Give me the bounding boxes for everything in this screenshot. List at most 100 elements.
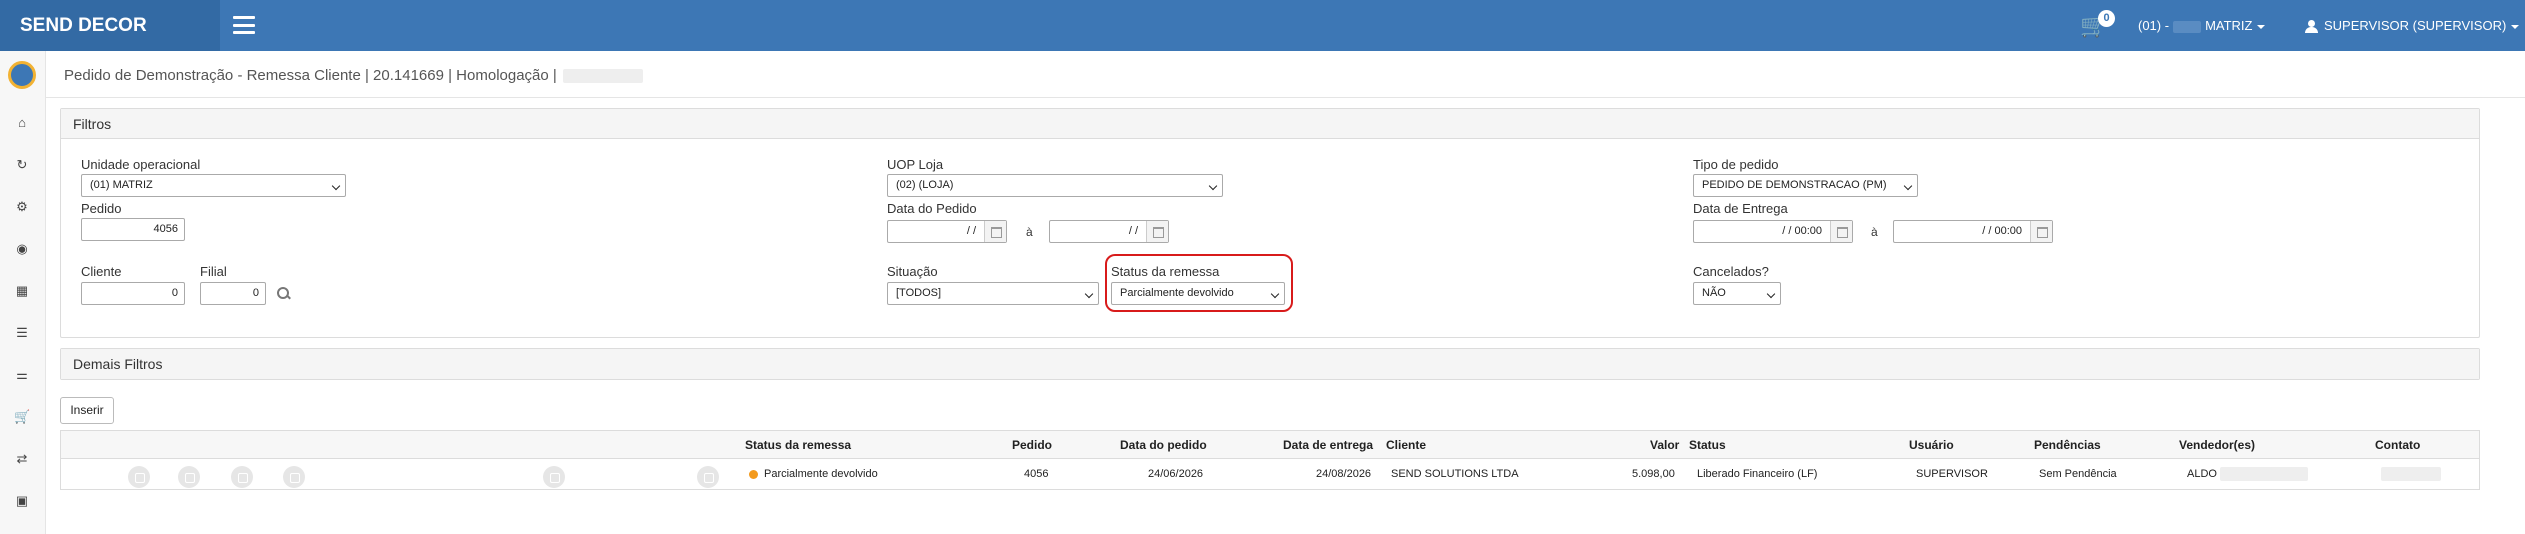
redacted-block [2220, 467, 2309, 482]
status-remessa-select[interactable]: Parcialmente devolvido [1111, 282, 1285, 305]
cell-status: Liberado Financeiro (LF) [1697, 468, 1818, 480]
spinner-icon[interactable]: ↻ [14, 157, 30, 173]
redacted-block [2173, 20, 2202, 33]
unidade-value: (01) MATRIZ [90, 179, 153, 191]
data-entrega-to[interactable]: / / 00:00 [1893, 220, 2053, 243]
uop-select[interactable]: (02) (LOJA) [887, 174, 1223, 197]
calendar-icon[interactable] [1830, 221, 1852, 242]
user-icon [2305, 20, 2318, 34]
data-entrega-from[interactable]: / / 00:00 [1693, 220, 1853, 243]
print-icon[interactable] [231, 466, 253, 488]
search-icon[interactable] [277, 287, 290, 300]
status-remessa-value: Parcialmente devolvido [1120, 287, 1234, 299]
cart-icon[interactable]: 🛒 0 [2080, 10, 2115, 40]
data-entrega-to-value: / / 00:00 [1982, 225, 2022, 237]
sidebar: ⌂ ↻ ⚙ ◉ ▦ ☰ ⚌ 🛒 ⇄ ▣ [0, 51, 46, 534]
cancel-icon[interactable] [543, 466, 565, 488]
col-status[interactable]: Status [1689, 431, 1726, 459]
cliente-label: Cliente [81, 264, 122, 279]
situacao-select[interactable]: [TODOS] [887, 282, 1099, 305]
database-icon[interactable]: ☰ [14, 325, 30, 341]
col-valor[interactable]: Valor [1650, 431, 1679, 459]
cart-icon[interactable]: 🛒 [14, 409, 30, 425]
unit-code: (01) - [2138, 18, 2170, 33]
col-contato[interactable]: Contato [2375, 431, 2420, 459]
chevron-down-icon [1766, 289, 1776, 299]
menu-icon[interactable] [697, 466, 719, 488]
cell-contato [2381, 459, 2441, 489]
data-pedido-to-value: / / [1128, 225, 1138, 237]
col-cliente[interactable]: Cliente [1386, 431, 1426, 459]
user-dropdown[interactable]: SUPERVISOR (SUPERVISOR) [2305, 0, 2520, 51]
more-filters-title[interactable]: Demais Filtros [61, 349, 2479, 379]
exchange-icon[interactable]: ⇄ [14, 451, 30, 467]
cancelados-value: NÃO [1702, 287, 1726, 299]
data-pedido-to[interactable]: / / [1049, 220, 1169, 243]
vendedor-text: ALDO [2187, 468, 2217, 480]
status-remessa-label: Status da remessa [1111, 264, 1220, 279]
cell-data-pedido: 24/06/2026 [1148, 468, 1204, 480]
chevron-down-icon [2257, 24, 2266, 29]
cogs-icon[interactable]: ⚙ [14, 199, 30, 215]
cancelados-label: Cancelados? [1693, 264, 1769, 279]
brand-logo[interactable]: SEND DECOR [0, 0, 220, 51]
calendar-icon[interactable] [984, 221, 1006, 242]
divider [46, 97, 2525, 98]
insert-button[interactable]: Inserir [60, 397, 114, 424]
view-icon[interactable] [128, 466, 150, 488]
more-filters-panel[interactable]: Demais Filtros [60, 348, 2480, 380]
col-usuario[interactable]: Usuário [1909, 431, 1954, 459]
cell-cliente: SEND SOLUTIONS LTDA [1391, 468, 1519, 480]
cancelados-select[interactable]: NÃO [1693, 282, 1781, 305]
pedido-input[interactable]: 4056 [81, 218, 185, 241]
page-title: Pedido de Demonstração - Remessa Cliente… [64, 67, 643, 84]
cell-usuario: SUPERVISOR [1916, 468, 1988, 480]
cell-pendencias: Sem Pendência [2039, 468, 2117, 480]
unidade-select[interactable]: (01) MATRIZ [81, 174, 346, 197]
cell-pedido: 4056 [1024, 468, 1049, 480]
filial-label: Filial [200, 264, 227, 279]
calendar-icon[interactable] [2030, 221, 2052, 242]
cart-badge: 0 [2098, 10, 2115, 27]
cliente-input[interactable]: 0 [81, 282, 185, 305]
filters-panel: Filtros Unidade operacional (01) MATRIZ … [60, 108, 2480, 338]
filial-input[interactable]: 0 [200, 282, 266, 305]
col-pendencias[interactable]: Pendências [2034, 431, 2101, 459]
data-pedido-label: Data do Pedido [887, 201, 977, 216]
briefcase-icon[interactable]: ▣ [14, 493, 30, 509]
filters-panel-title[interactable]: Filtros [61, 109, 2479, 139]
home-icon[interactable]: ⌂ [14, 115, 30, 131]
uop-value: (02) (LOJA) [896, 179, 954, 191]
calendar-icon[interactable] [1146, 221, 1168, 242]
sliders-icon[interactable]: ⚌ [14, 367, 30, 383]
data-entrega-from-value: / / 00:00 [1782, 225, 1822, 237]
situacao-value: [TODOS] [896, 287, 942, 299]
redacted-block [562, 69, 643, 84]
unit-name: MATRIZ [2205, 18, 2253, 33]
cube-icon[interactable]: ▦ [14, 283, 30, 299]
col-data-entrega[interactable]: Data de entrega [1283, 431, 1373, 459]
edit-icon[interactable] [283, 466, 305, 488]
data-pedido-from[interactable]: / / [887, 220, 1007, 243]
col-data-pedido[interactable]: Data do pedido [1120, 431, 1207, 459]
cell-status-remessa: Parcialmente devolvido [749, 459, 878, 489]
col-vendedores[interactable]: Vendedor(es) [2179, 431, 2255, 459]
col-pedido[interactable]: Pedido [1012, 431, 1052, 459]
unidade-label: Unidade operacional [81, 157, 201, 172]
chevron-down-icon [331, 181, 341, 191]
results-table: Status da remessa Pedido Data do pedido … [60, 430, 2480, 490]
cell-vendedor: ALDO [2187, 459, 2309, 489]
pedido-label: Pedido [81, 201, 122, 216]
app-logo[interactable] [8, 61, 36, 89]
data-entrega-label: Data de Entrega [1693, 201, 1788, 216]
history-icon[interactable] [178, 466, 200, 488]
menu-toggle-icon[interactable] [233, 16, 255, 34]
chevron-down-icon [1208, 181, 1218, 191]
tipo-pedido-select[interactable]: PEDIDO DE DEMONSTRACAO (PM) [1693, 174, 1918, 197]
col-status-remessa[interactable]: Status da remessa [745, 431, 851, 459]
chevron-down-icon [2511, 24, 2520, 29]
circle-icon[interactable]: ◉ [14, 241, 30, 257]
range-separator: à [1871, 225, 1878, 239]
status-remessa-text: Parcialmente devolvido [764, 468, 878, 480]
unit-dropdown[interactable]: (01) - MATRIZ [2138, 0, 2266, 51]
